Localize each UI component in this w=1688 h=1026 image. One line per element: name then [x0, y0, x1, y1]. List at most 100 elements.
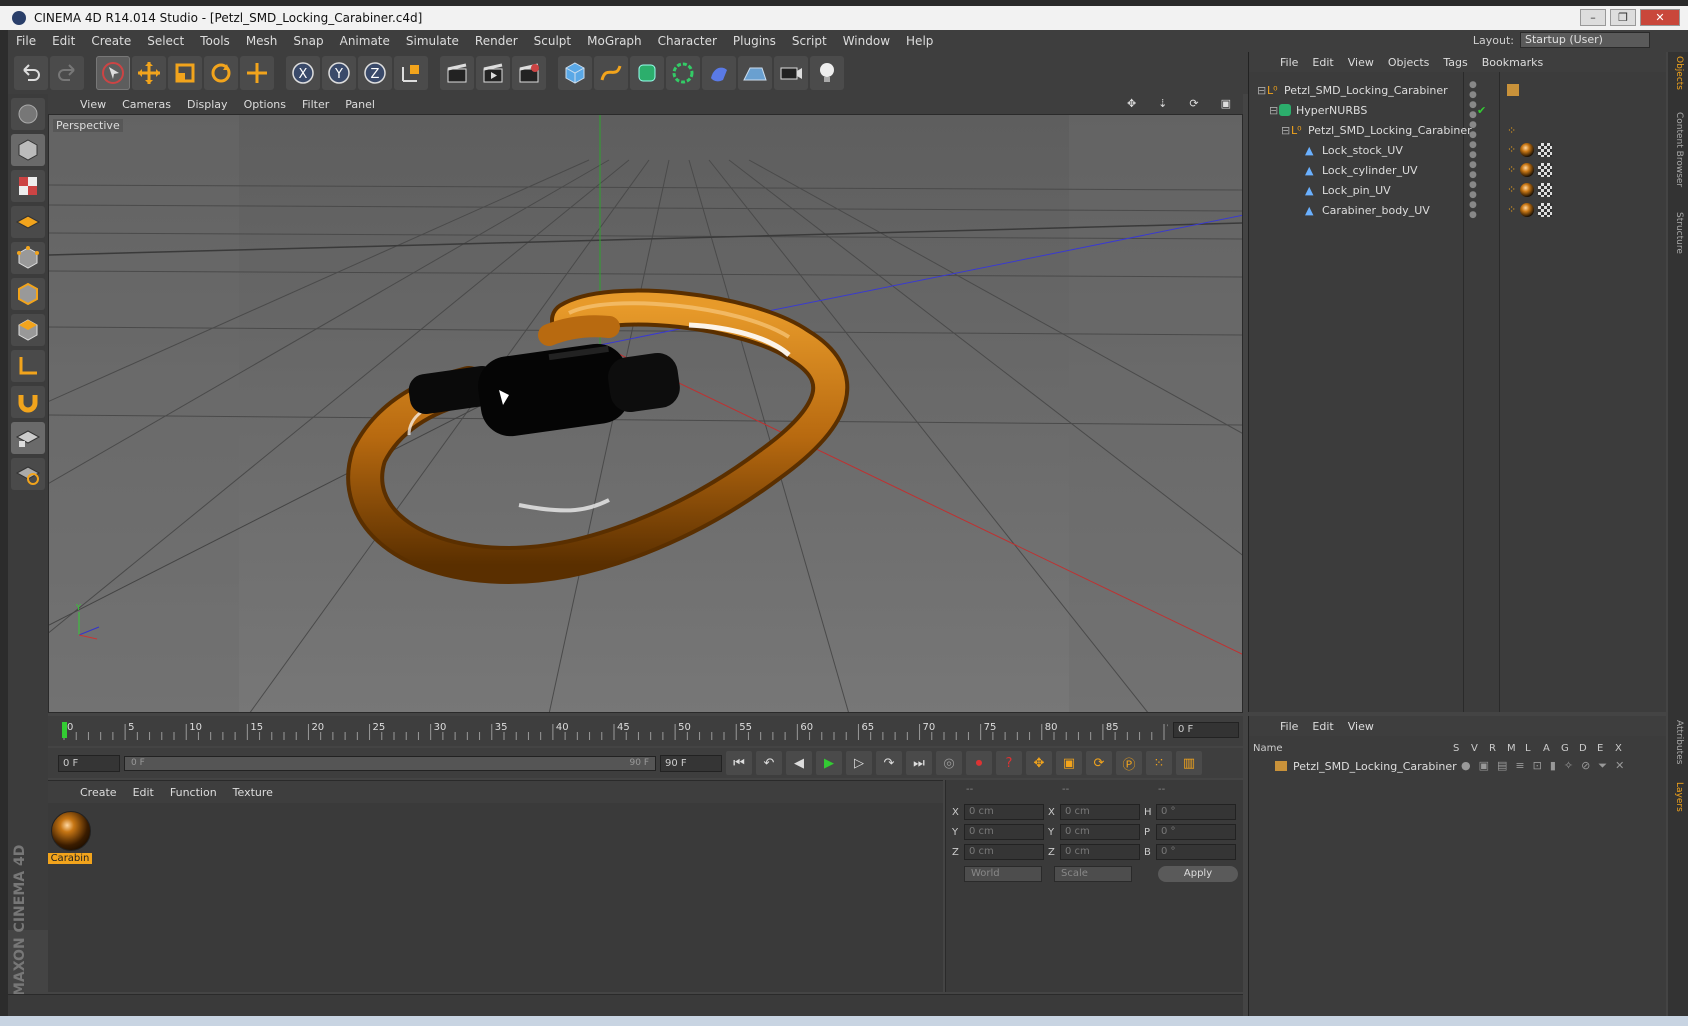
- viewport-menu-filter[interactable]: Filter: [294, 98, 337, 111]
- phong-tag-icon[interactable]: ⁘: [1507, 124, 1516, 137]
- perspective-viewport[interactable]: Y Perspective: [48, 114, 1243, 713]
- spline-pen-button[interactable]: [594, 56, 628, 90]
- previous-key-button[interactable]: ↶: [756, 751, 782, 775]
- key-scale-button[interactable]: ▣: [1056, 751, 1082, 775]
- menu-sculpt[interactable]: Sculpt: [526, 34, 579, 48]
- menu-character[interactable]: Character: [650, 34, 725, 48]
- subdivision-surface-button[interactable]: [630, 56, 664, 90]
- tree-row-group[interactable]: ⊟ L⁰ Petzl_SMD_Locking_Carabiner ● ● ⁘: [1249, 120, 1667, 140]
- tab-objects[interactable]: Objects: [1674, 56, 1684, 90]
- workplane-lock-button[interactable]: [11, 422, 45, 454]
- menu-create[interactable]: Create: [83, 34, 139, 48]
- current-frame-field[interactable]: 0 F: [1173, 722, 1239, 738]
- timeline[interactable]: 0 5 10 15 20 25 30 35 40 45 50 55 60 65 70 75 80 85 90 0 F: [48, 716, 1243, 746]
- menu-script[interactable]: Script: [784, 34, 835, 48]
- layout-dropdown[interactable]: Startup (User): [1520, 32, 1650, 48]
- objects-menu-objects[interactable]: Objects: [1381, 56, 1437, 69]
- model-mode-button[interactable]: [11, 134, 45, 166]
- phong-tag-icon[interactable]: ⁘: [1507, 143, 1516, 157]
- solo-button[interactable]: [11, 458, 45, 490]
- frame-range-slider[interactable]: 0 F 90 F: [124, 755, 656, 771]
- visibility-dots[interactable]: ● ●: [1469, 200, 1477, 220]
- floor-button[interactable]: [738, 56, 772, 90]
- visibility-dots[interactable]: ● ●: [1469, 80, 1477, 100]
- scale-button[interactable]: [168, 56, 202, 90]
- size-mode-dropdown[interactable]: Scale: [1054, 866, 1132, 882]
- polygons-mode-button[interactable]: [11, 314, 45, 346]
- enabled-check-icon[interactable]: ✔: [1477, 104, 1486, 117]
- rotation-p-field[interactable]: 0 °: [1156, 824, 1236, 840]
- menu-render[interactable]: Render: [467, 34, 526, 48]
- visibility-dots[interactable]: ● ●: [1469, 120, 1477, 140]
- coordinate-system-button[interactable]: [394, 56, 428, 90]
- menu-mesh[interactable]: Mesh: [238, 34, 286, 48]
- key-pla-button[interactable]: ⁙: [1146, 751, 1172, 775]
- position-z-field[interactable]: 0 cm: [964, 844, 1044, 860]
- coordinate-space-dropdown[interactable]: World: [964, 866, 1042, 882]
- layer-row[interactable]: Petzl_SMD_Locking_Carabiner ●▣▤≡⊡▮✧⊘⏷✕: [1253, 758, 1663, 774]
- material-menu-create[interactable]: Create: [72, 786, 125, 799]
- viewport-label[interactable]: Perspective: [53, 119, 123, 132]
- edges-mode-button[interactable]: [11, 278, 45, 310]
- record-active-objects-button[interactable]: ◎: [936, 751, 962, 775]
- tab-structure[interactable]: Structure: [1674, 212, 1684, 254]
- layers-menu-view[interactable]: View: [1341, 720, 1381, 733]
- render-to-picture-viewer-button[interactable]: [476, 56, 510, 90]
- menu-edit[interactable]: Edit: [44, 34, 83, 48]
- viewport-menu-display[interactable]: Display: [179, 98, 236, 111]
- menu-file[interactable]: File: [8, 34, 44, 48]
- viewport-rotate-icon[interactable]: ⟳: [1181, 97, 1206, 110]
- rotation-h-field[interactable]: 0 °: [1156, 804, 1236, 820]
- uvw-tag-icon[interactable]: [1538, 183, 1553, 197]
- viewport-menu-cameras[interactable]: Cameras: [114, 98, 179, 111]
- position-y-field[interactable]: 0 cm: [964, 824, 1044, 840]
- rotate-button[interactable]: [204, 56, 238, 90]
- viewport-maximize-icon[interactable]: ▣: [1213, 97, 1239, 110]
- visibility-dots[interactable]: ● ●: [1469, 100, 1477, 120]
- go-to-end-button[interactable]: ⏭: [906, 751, 932, 775]
- tab-attributes[interactable]: Attributes: [1674, 720, 1684, 764]
- render-settings-button[interactable]: [512, 56, 546, 90]
- timeline-window-button[interactable]: ▥: [1176, 751, 1202, 775]
- tree-row-root[interactable]: ⊟ L⁰ Petzl_SMD_Locking_Carabiner ● ●: [1249, 80, 1667, 100]
- axis-mode-button[interactable]: [11, 350, 45, 382]
- menu-window[interactable]: Window: [835, 34, 898, 48]
- array-button[interactable]: [666, 56, 700, 90]
- timeline-ruler[interactable]: 0 5 10 15 20 25 30 35 40 45 50 55 60 65 70 75 80 85 90: [60, 720, 1168, 740]
- points-mode-button[interactable]: [11, 242, 45, 274]
- layers-menu-file[interactable]: File: [1273, 720, 1305, 733]
- menu-help[interactable]: Help: [898, 34, 941, 48]
- go-to-start-button[interactable]: ⏮: [726, 751, 752, 775]
- key-rotation-button[interactable]: ⟳: [1086, 751, 1112, 775]
- uvw-tag-icon[interactable]: [1538, 143, 1553, 157]
- material-tag-icon[interactable]: [1520, 143, 1535, 157]
- layers-menu-edit[interactable]: Edit: [1305, 720, 1340, 733]
- end-frame-field[interactable]: 90 F: [660, 754, 722, 772]
- objects-menu-file[interactable]: File: [1273, 56, 1305, 69]
- visibility-dots[interactable]: ● ●: [1469, 160, 1477, 180]
- material-swatch[interactable]: Carabin: [48, 807, 94, 867]
- collapse-icon[interactable]: ⊟: [1281, 124, 1291, 137]
- phong-tag-icon[interactable]: ⁘: [1507, 183, 1516, 197]
- viewport-pan-icon[interactable]: ✥: [1119, 97, 1144, 110]
- deformer-button[interactable]: [702, 56, 736, 90]
- tree-row-lock-cylinder[interactable]: ▲ Lock_cylinder_UV ● ● ⁘: [1249, 160, 1667, 180]
- workplane-mode-button[interactable]: [11, 206, 45, 238]
- material-menu-edit[interactable]: Edit: [125, 786, 162, 799]
- visibility-dots[interactable]: ● ●: [1469, 140, 1477, 160]
- viewport-menu-panel[interactable]: Panel: [337, 98, 383, 111]
- autokeying-button[interactable]: ⏺: [966, 751, 992, 775]
- cube-button[interactable]: [558, 56, 592, 90]
- collapse-icon[interactable]: ⊟: [1269, 104, 1279, 117]
- tree-row-lock-pin[interactable]: ▲ Lock_pin_UV ● ● ⁘: [1249, 180, 1667, 200]
- material-tag-icon[interactable]: [1520, 183, 1535, 197]
- next-frame-button[interactable]: ▷: [846, 751, 872, 775]
- close-button[interactable]: ✕: [1640, 9, 1680, 26]
- menu-tools[interactable]: Tools: [192, 34, 238, 48]
- start-frame-field[interactable]: 0 F: [58, 754, 120, 772]
- menu-select[interactable]: Select: [139, 34, 192, 48]
- tab-layers[interactable]: Layers: [1674, 782, 1684, 812]
- layer-color-swatch[interactable]: [1275, 761, 1287, 771]
- visibility-dots[interactable]: ● ●: [1469, 180, 1477, 200]
- size-y-field[interactable]: 0 cm: [1060, 824, 1140, 840]
